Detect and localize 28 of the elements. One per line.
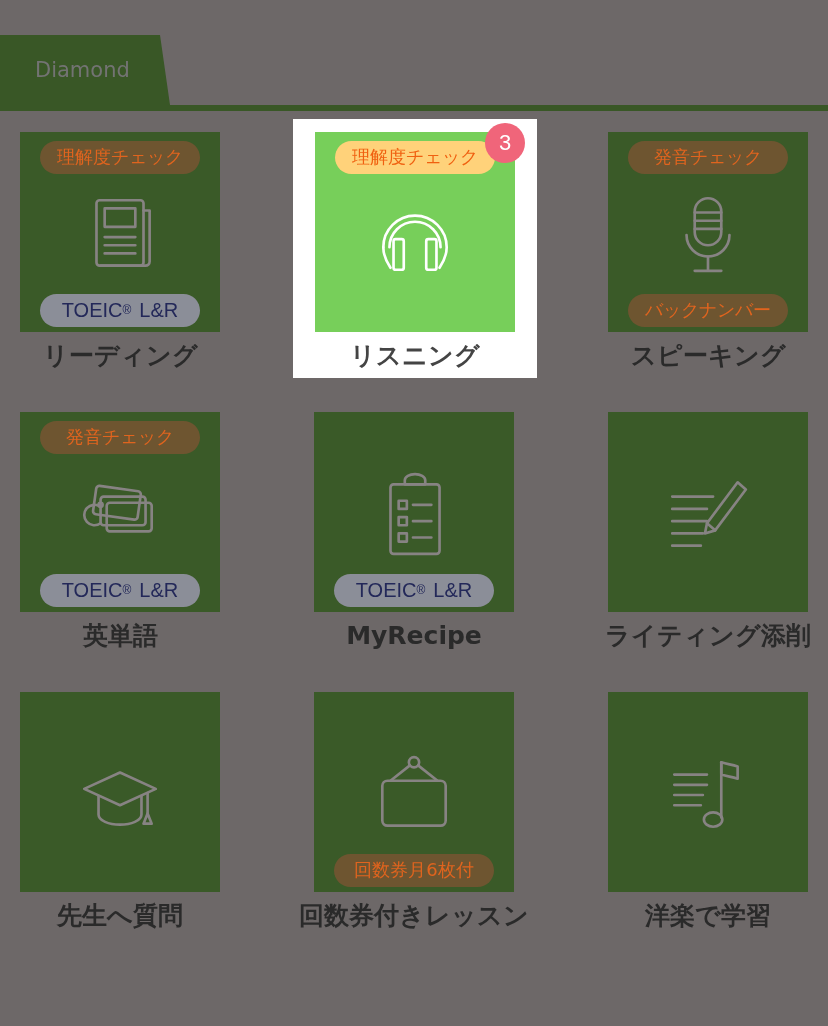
tag-badge: 理解度チェック [335,140,495,174]
tag-badge: バックナンバー [628,293,788,327]
tile-label: 英単語 [82,619,158,652]
tag-badge: 発音チェック [628,140,788,174]
tile-label: リーディング [42,339,198,372]
tag-badge: 発音チェック [40,420,200,454]
tile-label: ライティング添削 [605,619,811,652]
menu-cell[interactable]: ライティング添削 [588,399,828,658]
menu-cell[interactable]: 発音チェック バックナンバー スピーキング [588,119,828,378]
tile-label: 回数券付きレッスン [299,899,529,932]
menu-tile[interactable] [608,692,808,892]
menu-cell[interactable]: 洋楽で学習 [588,679,828,938]
menu-tile[interactable] [20,692,220,892]
menu-tile[interactable]: 回数券月6枚付 [314,692,514,892]
tile-label: 洋楽で学習 [645,899,771,932]
tile-label: スピーキング [630,339,786,372]
tag-badge: 回数券月6枚付 [334,853,494,887]
menu-cell[interactable]: 先生へ質問 [0,679,240,938]
tile-label: MyRecipe [346,619,482,652]
count-badge: 3 [485,123,525,163]
tile-label: 先生へ質問 [57,899,183,932]
menu-cell[interactable]: 回数券月6枚付 回数券付きレッスン [294,679,534,938]
tag-badge: 理解度チェック [40,140,200,174]
tile-label: リスニング [350,339,480,372]
menu-tile[interactable]: 発音チェック バックナンバー [608,132,808,332]
highlight-frame[interactable]: 理解度チェック 3 リスニング [293,119,537,378]
tab[interactable]: Diamond [0,35,170,105]
menu-tile[interactable] [608,412,808,612]
